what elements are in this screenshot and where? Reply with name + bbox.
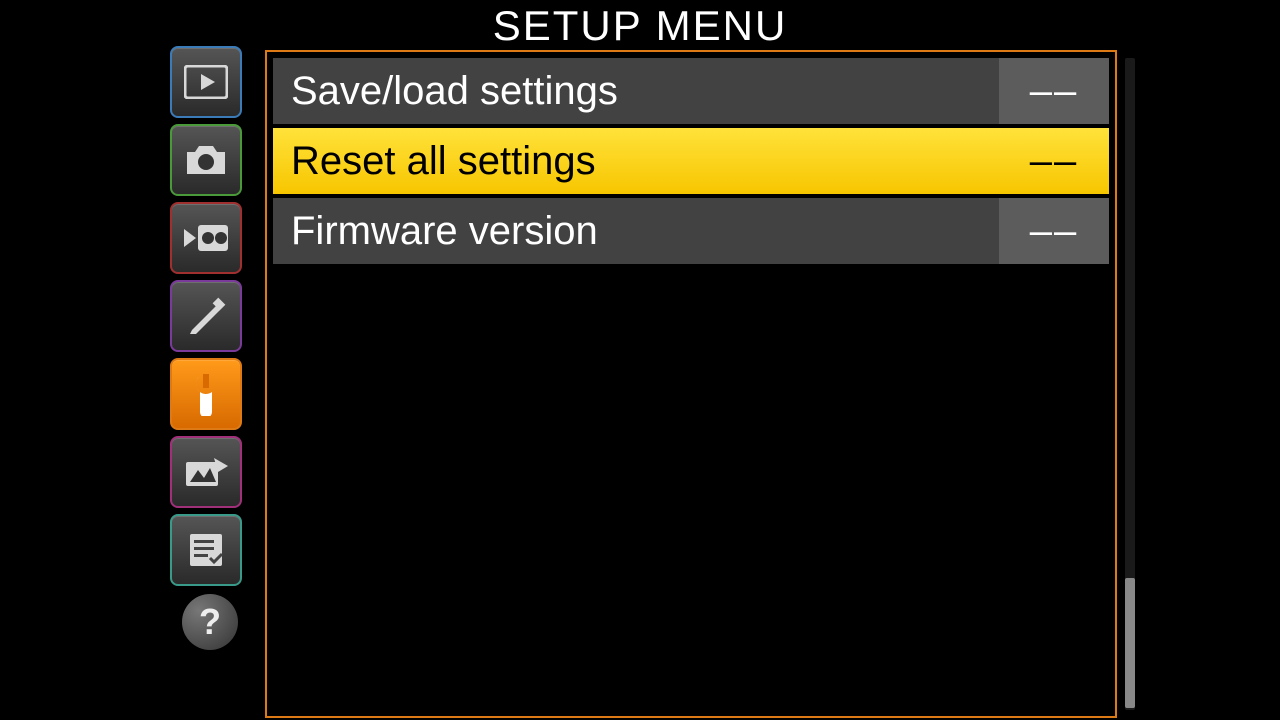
sidebar: ? <box>170 46 250 650</box>
scroll-thumb[interactable] <box>1125 578 1135 708</box>
photo-icon <box>183 142 229 178</box>
retouch-icon <box>184 454 228 490</box>
tab-retouch[interactable] <box>170 436 242 508</box>
mymenu-icon <box>186 530 226 570</box>
video-icon <box>182 221 230 255</box>
help-button[interactable]: ? <box>182 594 238 650</box>
menu-item-label: Firmware version <box>273 209 993 254</box>
menu-item-label: Reset all settings <box>273 139 993 184</box>
menu-item-firmware-version[interactable]: Firmware version–– <box>273 198 1109 264</box>
setup-panel: Save/load settings––Reset all settings––… <box>265 50 1117 718</box>
tab-playback[interactable] <box>170 46 242 118</box>
tab-mymenu[interactable] <box>170 514 242 586</box>
custom-icon <box>186 296 226 336</box>
tab-custom[interactable] <box>170 280 242 352</box>
menu-item-value: –– <box>999 58 1109 124</box>
menu-item-reset-all-settings[interactable]: Reset all settings–– <box>273 128 1109 194</box>
menu-item-label: Save/load settings <box>273 69 993 114</box>
tab-photo[interactable] <box>170 124 242 196</box>
setup-icon <box>186 372 226 416</box>
page-title: SETUP MENU <box>160 0 1120 52</box>
menu-list: Save/load settings––Reset all settings––… <box>273 58 1109 710</box>
menu-item-save-load-settings[interactable]: Save/load settings–– <box>273 58 1109 124</box>
tab-setup[interactable] <box>170 358 242 430</box>
camera-menu-screen: SETUP MENU Save/load settings––Reset all… <box>160 0 1120 720</box>
menu-item-value: –– <box>999 128 1109 194</box>
menu-item-value: –– <box>999 198 1109 264</box>
scrollbar[interactable] <box>1125 58 1135 710</box>
tab-video[interactable] <box>170 202 242 274</box>
playback-icon <box>184 65 228 99</box>
